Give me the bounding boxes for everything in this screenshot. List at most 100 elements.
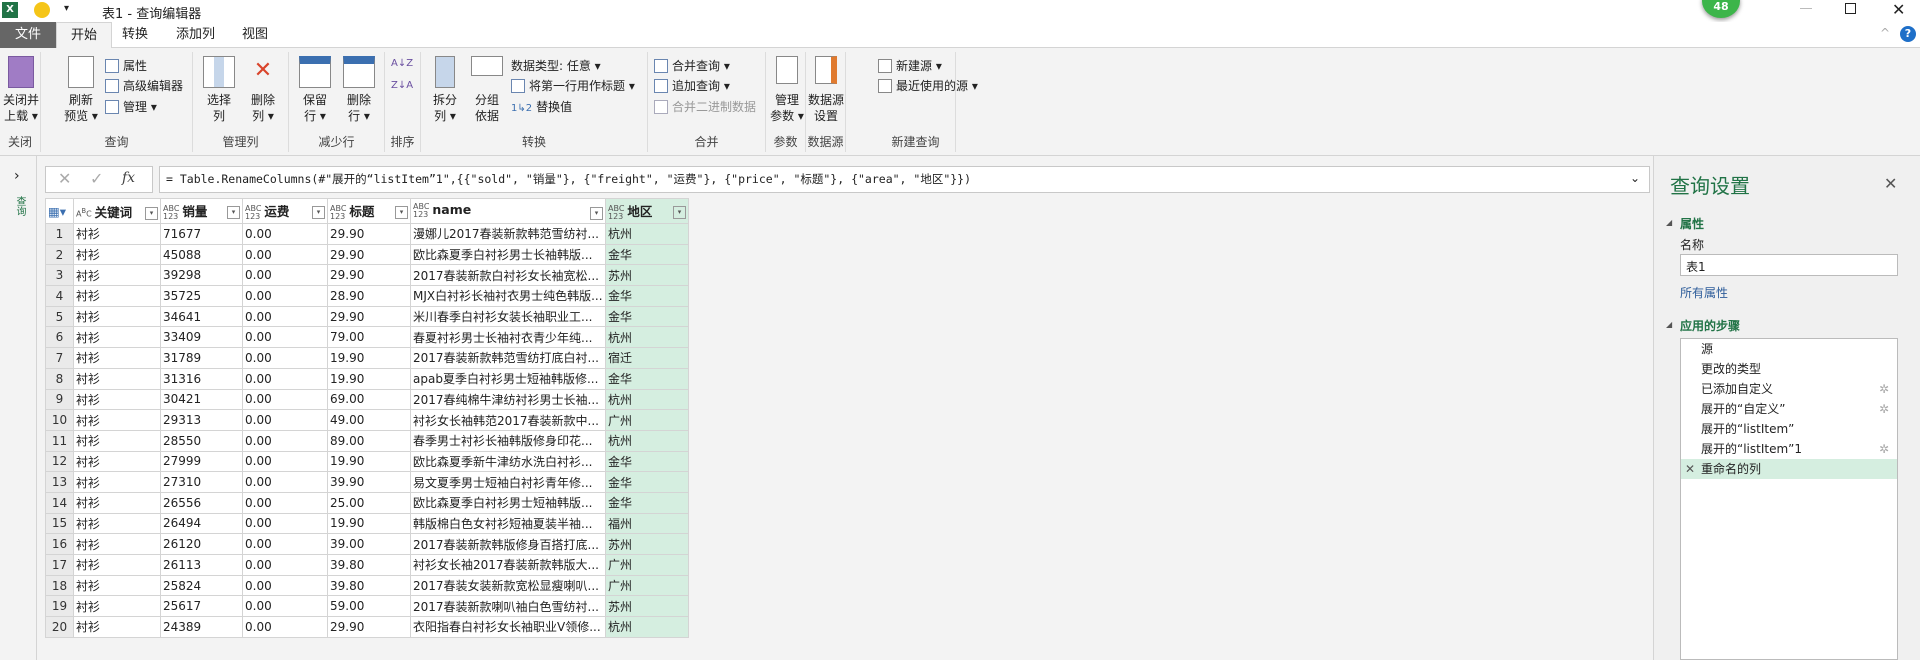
recent-sources-button[interactable]: 最近使用的源 ▾ bbox=[878, 76, 978, 96]
restore-button[interactable] bbox=[1845, 3, 1856, 14]
table-cell[interactable]: 衬衫 bbox=[73, 285, 161, 307]
table-cell[interactable]: 衬衫 bbox=[73, 429, 161, 452]
table-row[interactable]: 12 衬衫 27999 0.00 19.90 欧比森夏季新牛津纺水洗白衬衫... 金华 bbox=[45, 450, 689, 473]
table-cell[interactable]: 26120 bbox=[160, 533, 243, 555]
table-cell[interactable]: 28550 bbox=[160, 429, 243, 452]
filter-dropdown-icon[interactable]: ▾ bbox=[673, 206, 686, 220]
table-cell[interactable]: 苏州 bbox=[605, 533, 689, 555]
table-cell[interactable]: MJX白衬衫长袖衬衣男士纯色韩版... bbox=[410, 285, 606, 307]
table-cell[interactable]: 79.00 bbox=[327, 326, 411, 349]
table-cell[interactable]: 19.90 bbox=[327, 367, 411, 390]
table-cell[interactable]: 广州 bbox=[605, 574, 689, 597]
row-number[interactable]: 10 bbox=[45, 409, 74, 431]
table-cell[interactable]: 29.90 bbox=[327, 305, 411, 328]
table-cell[interactable]: 金华 bbox=[605, 471, 689, 493]
table-cell[interactable]: 27310 bbox=[160, 471, 243, 493]
quick-access-dropdown-icon[interactable]: ▾ bbox=[64, 3, 69, 14]
table-cell[interactable]: 0.00 bbox=[242, 326, 328, 349]
table-cell[interactable]: 29.90 bbox=[327, 264, 411, 287]
table-cell[interactable]: 0.00 bbox=[242, 491, 328, 514]
table-cell[interactable]: 衬衫 bbox=[73, 450, 161, 473]
gear-icon[interactable]: ✲ bbox=[1879, 439, 1889, 459]
row-number[interactable]: 12 bbox=[45, 450, 74, 473]
smiley-feedback-icon[interactable] bbox=[34, 2, 50, 18]
table-cell[interactable]: 广州 bbox=[605, 409, 689, 431]
table-menu-icon[interactable]: ▦▾ bbox=[45, 198, 74, 224]
table-cell[interactable]: 0.00 bbox=[242, 533, 328, 555]
table-cell[interactable]: 69.00 bbox=[327, 388, 411, 411]
table-row[interactable]: 15 衬衫 26494 0.00 19.90 韩版棉白色女衬衫短袖夏装半袖... 福州 bbox=[45, 512, 689, 535]
table-cell[interactable]: 2017春装女装新款宽松显瘦喇叭... bbox=[410, 574, 606, 597]
gear-icon[interactable]: ✲ bbox=[1879, 399, 1889, 419]
queries-pane-collapsed[interactable]: › 查询 bbox=[0, 156, 37, 660]
filter-dropdown-icon[interactable]: ▾ bbox=[227, 206, 240, 220]
table-cell[interactable]: 28.90 bbox=[327, 285, 411, 307]
applied-step[interactable]: 更改的类型 bbox=[1681, 359, 1897, 379]
table-cell[interactable]: 0.00 bbox=[242, 409, 328, 431]
table-cell[interactable]: 26113 bbox=[160, 554, 243, 576]
table-cell[interactable]: 衬衫 bbox=[73, 409, 161, 431]
table-cell[interactable]: 米川春季白衬衫女装长袖职业工... bbox=[410, 305, 606, 328]
manage-parameters-button[interactable]: 管理 参数 ▾ bbox=[768, 56, 806, 124]
notification-badge[interactable]: 48 bbox=[1702, 0, 1740, 18]
table-row[interactable]: 9 衬衫 30421 0.00 69.00 2017春纯棉牛津纺衬衫男士长袖... 杭州 bbox=[45, 388, 689, 411]
table-cell[interactable]: 漫娜儿2017春装新款韩范雪纺衬... bbox=[410, 223, 606, 245]
table-row[interactable]: 16 衬衫 26120 0.00 39.00 2017春装新款韩版修身百搭打底... 苏州 bbox=[45, 533, 689, 555]
table-row[interactable]: 6 衬衫 33409 0.00 79.00 春夏衬衫男士长袖衬衣青少年纯... 杭州 bbox=[45, 326, 689, 349]
table-cell[interactable]: 金华 bbox=[605, 367, 689, 390]
append-queries-button[interactable]: 追加查询 ▾ bbox=[654, 76, 730, 96]
table-cell[interactable]: apab夏季白衬衫男士短袖韩版修... bbox=[410, 367, 606, 390]
table-cell[interactable]: 衬衫女长袖2017春装新款韩版大... bbox=[410, 554, 606, 576]
table-cell[interactable]: 59.00 bbox=[327, 595, 411, 618]
table-cell[interactable]: 衬衫 bbox=[73, 616, 161, 638]
table-cell[interactable]: 韩版棉白色女衬衫短袖夏装半袖... bbox=[410, 512, 606, 535]
table-cell[interactable]: 苏州 bbox=[605, 595, 689, 618]
table-cell[interactable]: 0.00 bbox=[242, 285, 328, 307]
advanced-editor-button[interactable]: 高级编辑器 bbox=[105, 76, 183, 96]
table-cell[interactable]: 24389 bbox=[160, 616, 243, 638]
table-cell[interactable]: 衬衫女长袖韩范2017春装新款中... bbox=[410, 409, 606, 431]
filter-dropdown-icon[interactable]: ▾ bbox=[312, 206, 325, 220]
column-header[interactable]: ABC 123 销量 ▾ bbox=[160, 198, 243, 224]
table-cell[interactable]: 易文夏季男士短袖白衬衫青年修... bbox=[410, 471, 606, 493]
column-header[interactable]: ABC 关键词 ▾ bbox=[73, 198, 161, 224]
applied-step[interactable]: 源 bbox=[1681, 339, 1897, 359]
keep-rows-button[interactable]: 保留行 ▾ bbox=[295, 56, 335, 124]
table-cell[interactable]: 0.00 bbox=[242, 367, 328, 390]
table-cell[interactable]: 31316 bbox=[160, 367, 243, 390]
tab-transform[interactable]: 转换 bbox=[108, 22, 162, 48]
table-cell[interactable]: 春季男士衬衫长袖韩版修身印花... bbox=[410, 429, 606, 452]
type-icon[interactable]: ABC 123 bbox=[330, 204, 346, 221]
table-row[interactable]: 17 衬衫 26113 0.00 39.80 衬衫女长袖2017春装新款韩版大... 广州 bbox=[45, 554, 689, 576]
applied-step[interactable]: 展开的“自定义” ✲ bbox=[1681, 399, 1897, 419]
table-cell[interactable]: 衬衫 bbox=[73, 305, 161, 328]
expand-formula-icon[interactable]: ⌄ bbox=[1630, 171, 1640, 185]
table-cell[interactable]: 衬衫 bbox=[73, 223, 161, 245]
tab-view[interactable]: 视图 bbox=[228, 22, 282, 48]
table-cell[interactable]: 19.90 bbox=[327, 512, 411, 535]
split-column-button[interactable]: 拆分列 ▾ bbox=[425, 56, 465, 124]
table-cell[interactable]: 欧比森夏季白衬衫男士短袖韩版... bbox=[410, 491, 606, 514]
table-row[interactable]: 13 衬衫 27310 0.00 39.90 易文夏季男士短袖白衬衫青年修... 金华 bbox=[45, 471, 689, 493]
row-number[interactable]: 8 bbox=[45, 367, 74, 390]
table-cell[interactable]: 0.00 bbox=[242, 388, 328, 411]
table-cell[interactable]: 金华 bbox=[605, 450, 689, 473]
table-row[interactable]: 18 衬衫 25824 0.00 39.80 2017春装女装新款宽松显瘦喇叭... 广州 bbox=[45, 574, 689, 597]
help-icon[interactable]: ? bbox=[1900, 26, 1916, 42]
applied-step[interactable]: 已添加自定义 ✲ bbox=[1681, 379, 1897, 399]
table-cell[interactable]: 衣阳指春白衬衫女长袖职业V领修... bbox=[410, 616, 606, 638]
table-cell[interactable]: 杭州 bbox=[605, 223, 689, 245]
table-cell[interactable]: 欧比森夏季白衬衫男士长袖韩版... bbox=[410, 243, 606, 266]
table-cell[interactable]: 35725 bbox=[160, 285, 243, 307]
table-row[interactable]: 3 衬衫 39298 0.00 29.90 2017春装新款白衬衫女长袖宽松... 苏州 bbox=[45, 264, 689, 287]
table-cell[interactable]: 杭州 bbox=[605, 326, 689, 349]
table-cell[interactable]: 0.00 bbox=[242, 305, 328, 328]
table-row[interactable]: 19 衬衫 25617 0.00 59.00 2017春装新款喇叭袖白色雪纺衬... 苏州 bbox=[45, 595, 689, 618]
choose-columns-button[interactable]: 选择列 bbox=[199, 56, 239, 124]
data-source-settings-button[interactable]: 数据源 设置 bbox=[806, 56, 846, 124]
filter-dropdown-icon[interactable]: ▾ bbox=[145, 206, 158, 220]
gear-icon[interactable]: ✲ bbox=[1879, 379, 1889, 399]
table-cell[interactable]: 0.00 bbox=[242, 450, 328, 473]
sort-ascending-button[interactable]: A↓Z bbox=[391, 54, 413, 74]
table-cell[interactable]: 29.90 bbox=[327, 616, 411, 638]
